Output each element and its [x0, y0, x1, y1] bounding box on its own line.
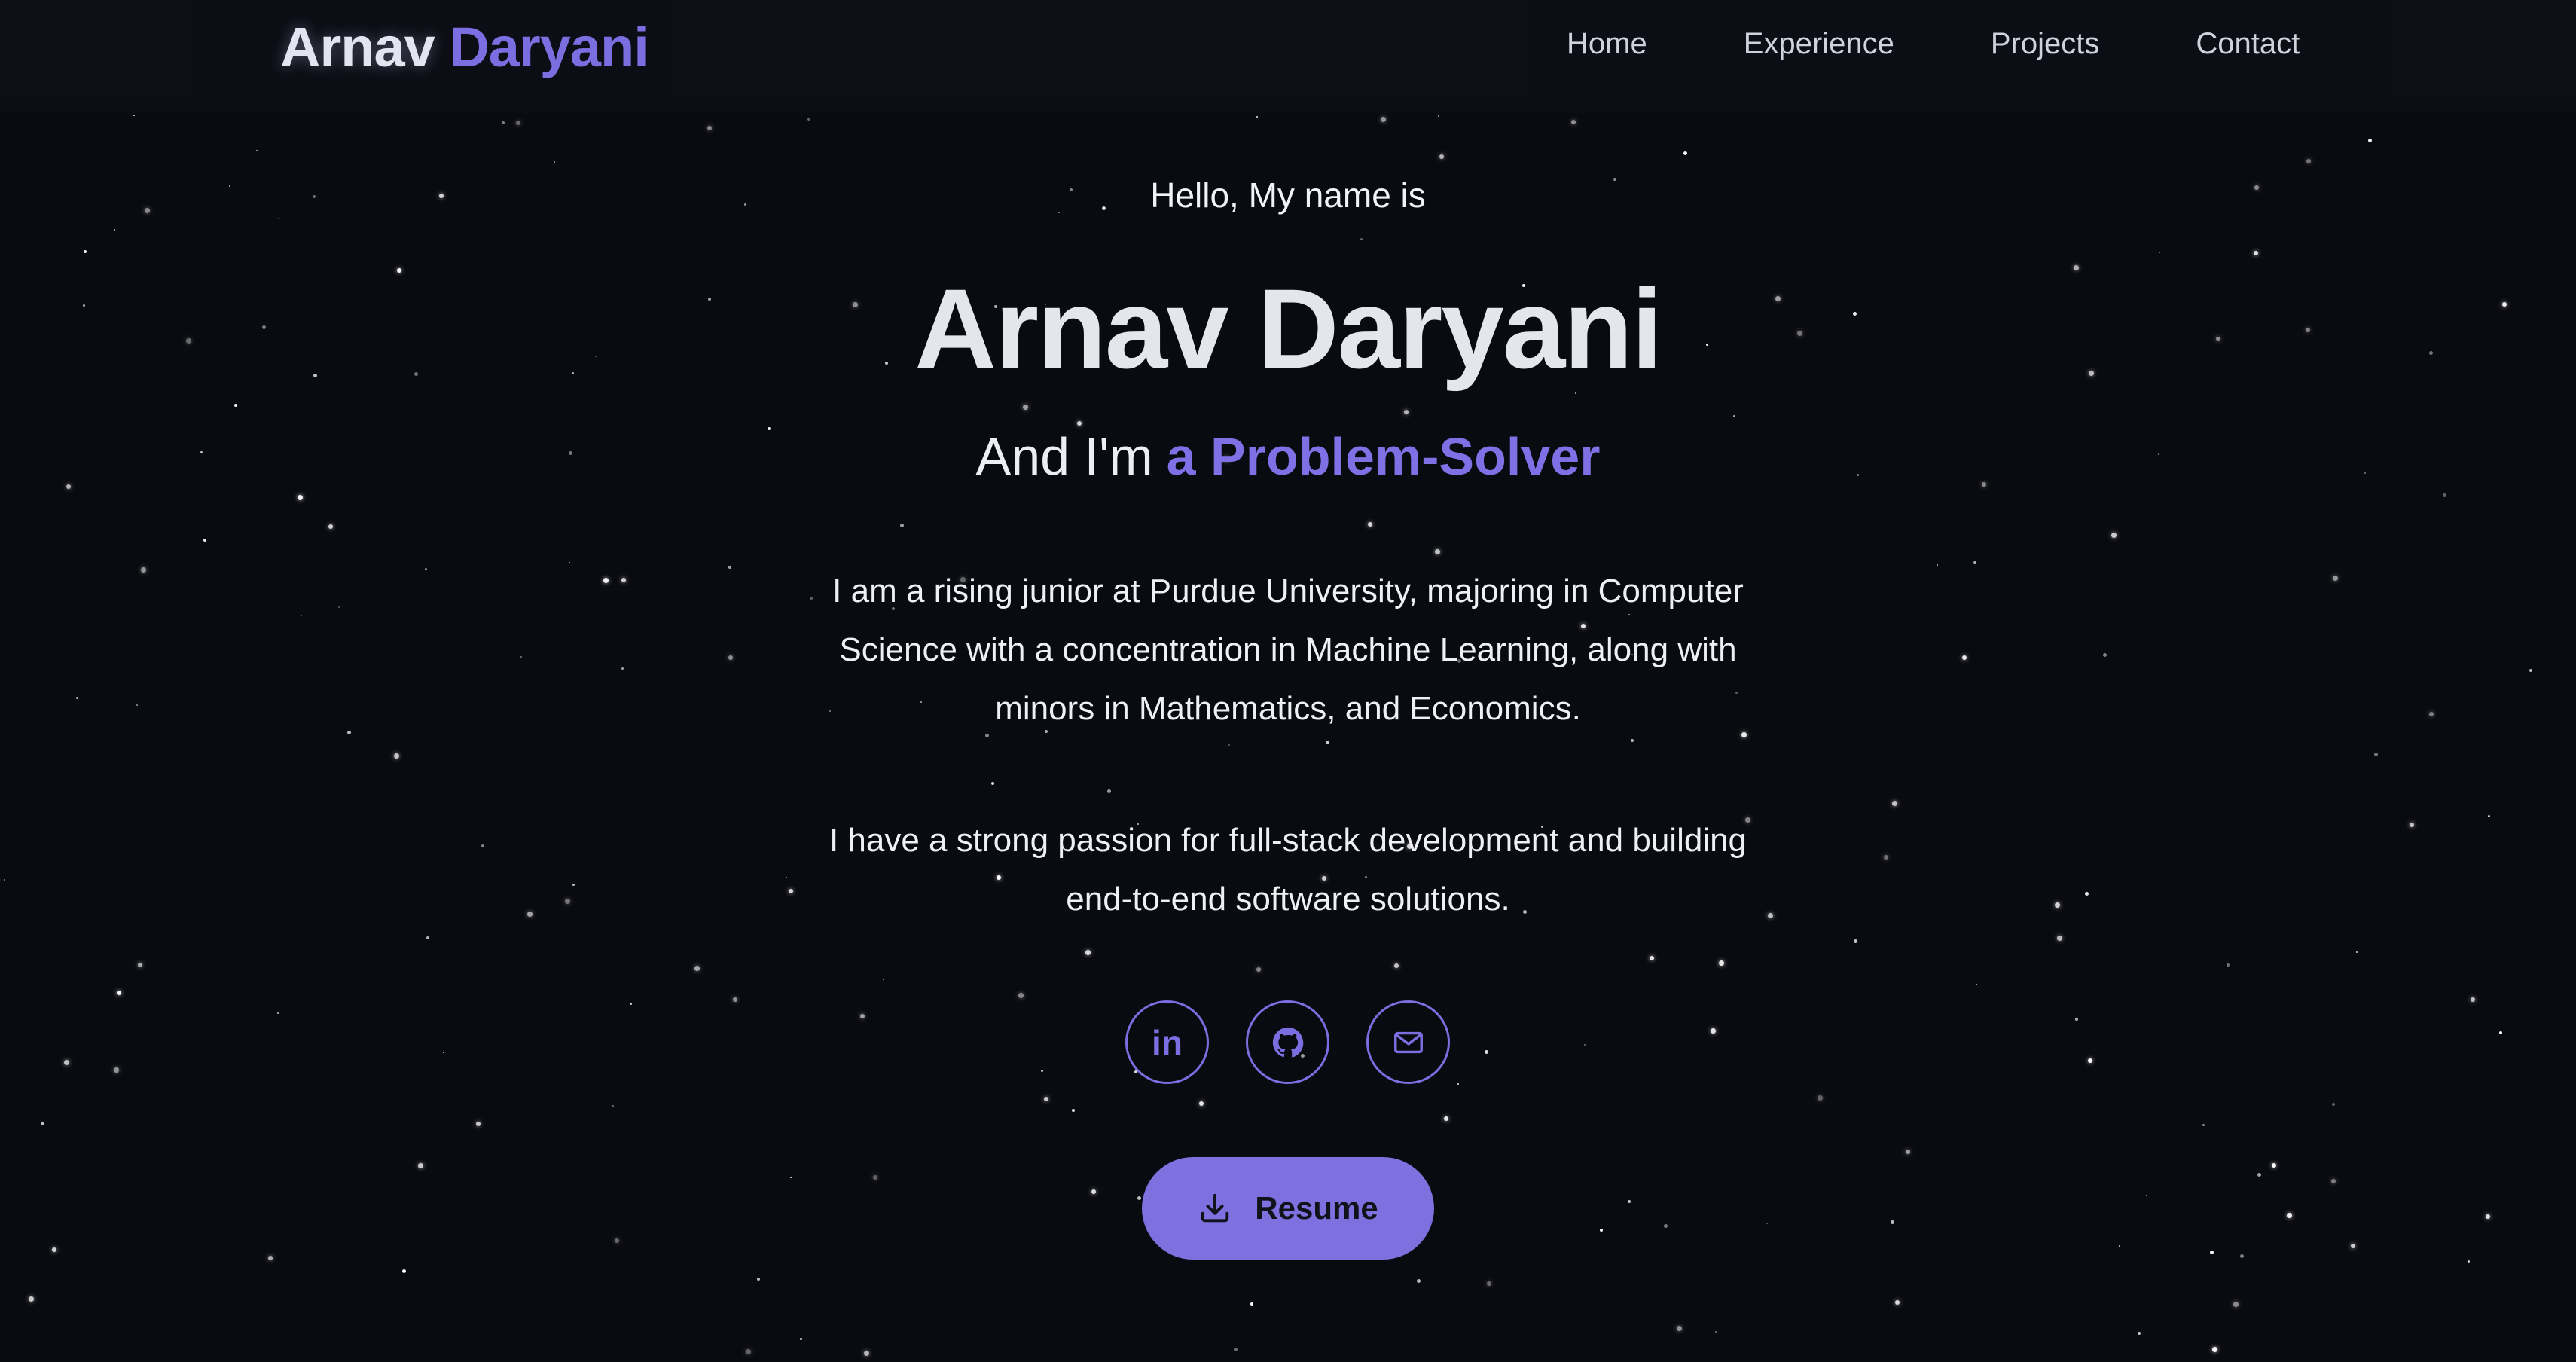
nav-menu: Home Experience Projects Contact — [1567, 27, 2300, 61]
download-icon — [1201, 1193, 1229, 1223]
mail-icon — [1393, 1031, 1423, 1053]
resume-label: Resume — [1255, 1190, 1378, 1226]
bio-line: Science with a concentration in Machine … — [839, 631, 1737, 668]
bio-line: I am a rising junior at Purdue Universit… — [832, 573, 1744, 609]
hero-section: Hello, My name is Arnav Daryani And I'm a… — [0, 0, 2576, 1362]
bio-line: end-to-end software solutions. — [1066, 881, 1510, 918]
resume-download-button[interactable]: Resume — [1142, 1157, 1434, 1260]
hero-tagline: And I'm a Problem-Solver — [0, 426, 2576, 487]
email-button[interactable] — [1366, 1000, 1450, 1084]
linkedin-icon: in — [1152, 1022, 1183, 1062]
tagline-role: a Problem-Solver — [1166, 427, 1601, 486]
hero-name: Arnav Daryani — [914, 265, 1662, 392]
bio-paragraph-2: I have a strong passion for full-stack d… — [0, 811, 2576, 929]
hero-greeting: Hello, My name is — [1150, 176, 1426, 215]
nav-link-projects[interactable]: Projects — [1991, 27, 2100, 61]
github-button[interactable] — [1246, 1000, 1329, 1084]
brand-first-name: Arnav — [280, 16, 435, 78]
nav-link-home[interactable]: Home — [1567, 27, 1647, 61]
bio-line: minors in Mathematics, and Economics. — [995, 690, 1581, 727]
brand-last-name: Daryani — [449, 16, 649, 78]
tagline-prefix: And I'm — [975, 427, 1153, 486]
brand-logo[interactable]: Arnav Daryani — [280, 15, 649, 79]
nav-link-contact[interactable]: Contact — [2196, 27, 2300, 61]
navbar: Arnav Daryani Home Experience Projects C… — [0, 0, 2576, 113]
bio-line: I have a strong passion for full-stack d… — [829, 822, 1747, 859]
linkedin-button[interactable]: in — [1125, 1000, 1209, 1084]
social-links: in — [1125, 1000, 1450, 1084]
github-icon — [1272, 1027, 1303, 1058]
nav-link-experience[interactable]: Experience — [1744, 27, 1894, 61]
bio-paragraph-1: I am a rising junior at Purdue Universit… — [0, 562, 2576, 738]
